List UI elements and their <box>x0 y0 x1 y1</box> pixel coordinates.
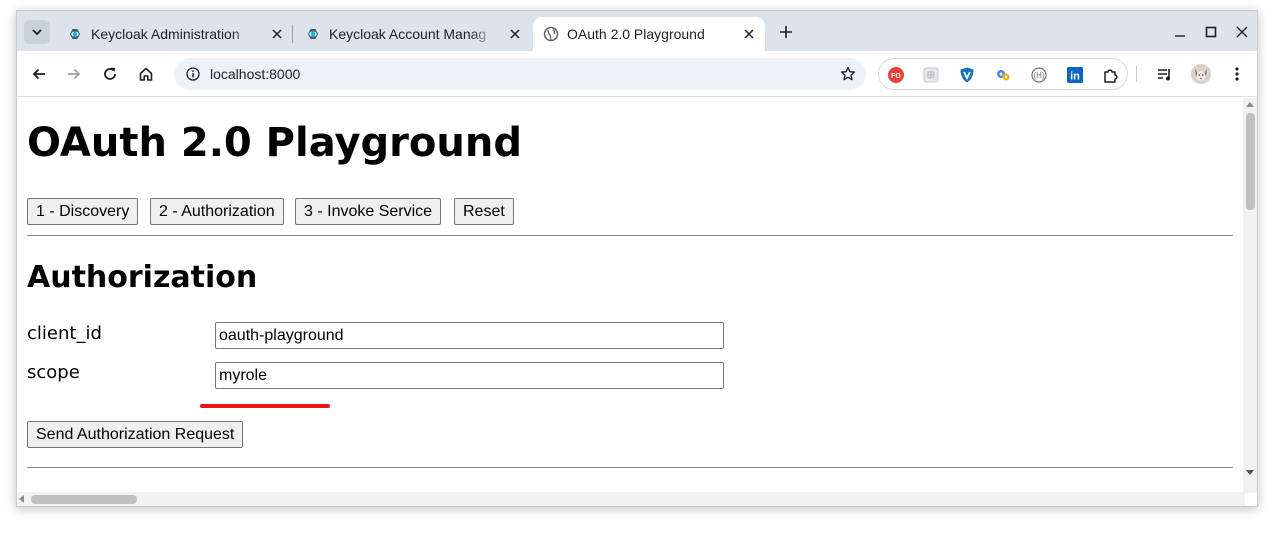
grid-extension-icon[interactable] <box>922 66 940 84</box>
vertical-scrollbar[interactable] <box>1243 98 1257 493</box>
maximize-icon <box>1205 26 1217 38</box>
site-info-icon[interactable] <box>186 67 200 81</box>
reload-button[interactable] <box>98 62 122 86</box>
scroll-up-icon[interactable] <box>1246 102 1254 107</box>
close-tab-icon[interactable] <box>741 26 757 42</box>
close-tab-icon[interactable] <box>507 26 523 42</box>
tab-strip: Keycloak Administration Keycloak Account… <box>17 11 1257 51</box>
linkedin-icon[interactable]: in <box>1066 66 1084 84</box>
browser-toolbar: localhost:8000 FO (H) in <box>17 51 1257 97</box>
divider <box>27 235 1233 236</box>
tab-title: Keycloak Administration <box>91 26 240 42</box>
maximize-button[interactable] <box>1200 21 1222 43</box>
close-window-button[interactable] <box>1231 21 1253 43</box>
forward-button[interactable] <box>62 62 86 86</box>
new-tab-button[interactable] <box>775 21 797 43</box>
send-authorization-request-button[interactable]: Send Authorization Request <box>27 421 244 448</box>
shield-extension-icon[interactable] <box>958 66 976 84</box>
media-control-button[interactable] <box>1153 62 1177 86</box>
horizontal-scrollbar[interactable] <box>17 492 1245 506</box>
plus-icon <box>780 26 792 38</box>
kebab-menu-icon <box>1235 67 1239 81</box>
playlist-icon <box>1158 69 1170 81</box>
keycloak-icon <box>308 29 318 39</box>
vertical-scroll-thumb[interactable] <box>1246 113 1255 210</box>
fo-extension-icon[interactable]: FO <box>887 66 905 84</box>
url-text[interactable]: localhost:8000 <box>210 66 300 82</box>
annotation-underline <box>200 404 330 408</box>
gear-extension-icon[interactable] <box>994 66 1012 84</box>
authorization-button[interactable]: 2 - Authorization <box>150 198 284 225</box>
puzzle-icon[interactable] <box>1102 66 1120 84</box>
scope-label: scope <box>27 362 80 383</box>
menu-button[interactable] <box>1225 62 1249 86</box>
tab-separator <box>292 25 293 43</box>
arrow-left-icon <box>32 68 45 80</box>
scroll-down-icon[interactable] <box>1246 470 1254 475</box>
tab-title: Keycloak Account Manag <box>329 26 487 42</box>
discovery-button[interactable]: 1 - Discovery <box>27 198 139 225</box>
back-button[interactable] <box>27 62 51 86</box>
profile-avatar[interactable] <box>1189 62 1213 86</box>
extensions-tray: FO (H) in <box>878 58 1128 90</box>
home-button[interactable] <box>134 62 158 86</box>
tab-keycloak-account[interactable]: Keycloak Account Manag <box>295 17 531 51</box>
h-label: (H) <box>1033 71 1044 80</box>
tab-oauth-playground[interactable]: OAuth 2.0 Playground <box>533 17 765 51</box>
tab-title: OAuth 2.0 Playground <box>567 26 705 42</box>
linkedin-label: in <box>1070 71 1080 83</box>
scope-input[interactable] <box>215 362 724 389</box>
tab-keycloak-admin[interactable]: Keycloak Administration <box>57 17 293 51</box>
chevron-down-icon <box>32 29 42 36</box>
reset-button[interactable]: Reset <box>454 198 514 225</box>
close-icon <box>1236 26 1248 38</box>
browser-window: Keycloak Administration Keycloak Account… <box>16 10 1258 507</box>
keycloak-icon <box>70 29 80 39</box>
reload-icon <box>104 67 116 80</box>
scroll-left-icon[interactable] <box>19 495 24 503</box>
h-extension-icon[interactable]: (H) <box>1030 66 1048 84</box>
minimize-icon <box>1175 35 1185 37</box>
section-title: Authorization <box>27 260 258 295</box>
tab-search-button[interactable] <box>24 20 50 44</box>
page-title: OAuth 2.0 Playground <box>27 120 522 166</box>
arrow-right-icon <box>68 68 81 80</box>
address-bar[interactable]: localhost:8000 <box>174 58 866 90</box>
avatar-icon <box>1191 64 1211 84</box>
divider <box>27 467 1233 468</box>
toolbar-divider <box>1136 66 1137 82</box>
fo-label: FO <box>891 73 901 80</box>
minimize-button[interactable] <box>1169 21 1191 43</box>
globe-icon <box>543 26 559 42</box>
close-tab-icon[interactable] <box>269 26 285 42</box>
home-icon <box>139 67 153 81</box>
star-icon[interactable] <box>840 66 856 82</box>
horizontal-scroll-thumb[interactable] <box>31 495 137 504</box>
page-content: OAuth 2.0 Playground 1 - Discovery 2 - A… <box>17 98 1245 493</box>
client-id-label: client_id <box>27 323 102 344</box>
invoke-service-button[interactable]: 3 - Invoke Service <box>295 198 442 225</box>
client-id-input[interactable] <box>215 322 724 349</box>
